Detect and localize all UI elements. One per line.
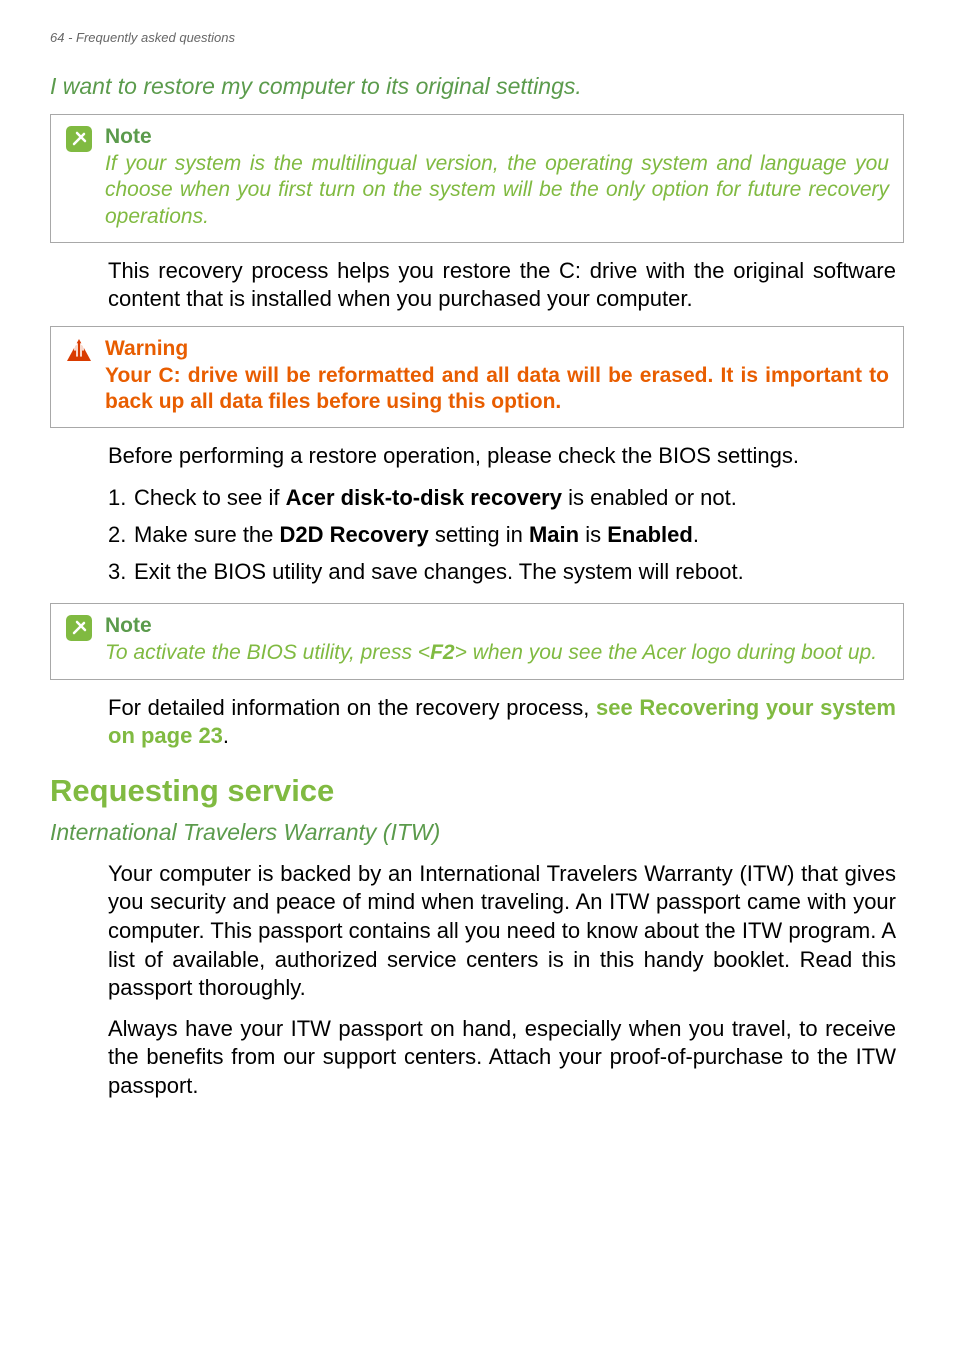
note-title: Note bbox=[105, 125, 889, 149]
warning-content: Warning Your C: drive will be reformatte… bbox=[105, 337, 889, 416]
faq-question-restore: I want to restore my computer to its ori… bbox=[50, 73, 904, 100]
note-content: Note To activate the BIOS utility, press… bbox=[105, 614, 889, 666]
list-item-body: Make sure the D2D Recovery setting in Ma… bbox=[134, 520, 896, 551]
paragraph-recovery-link: For detailed information on the recovery… bbox=[50, 694, 904, 751]
warning-body: Your C: drive will be reformatted and al… bbox=[105, 363, 889, 416]
list-number: 1. bbox=[108, 483, 134, 514]
list-item-body: Check to see if Acer disk-to-disk recove… bbox=[134, 483, 896, 514]
list-item: 3. Exit the BIOS utility and save change… bbox=[108, 557, 896, 588]
note-content: Note If your system is the multilingual … bbox=[105, 125, 889, 230]
subheading-itw: International Travelers Warranty (ITW) bbox=[50, 819, 904, 846]
list-item: 2. Make sure the D2D Recovery setting in… bbox=[108, 520, 896, 551]
note-title: Note bbox=[105, 614, 889, 638]
note-icon bbox=[65, 125, 93, 153]
list-number: 3. bbox=[108, 557, 134, 588]
document-page: 64 - Frequently asked questions I want t… bbox=[0, 0, 954, 1163]
paragraph-itw-1: Your computer is backed by an Internatio… bbox=[50, 860, 904, 1003]
list-number: 2. bbox=[108, 520, 134, 551]
paragraph-itw-2: Always have your ITW passport on hand, e… bbox=[50, 1015, 904, 1101]
list-item-body: Exit the BIOS utility and save changes. … bbox=[134, 557, 896, 588]
page-header: 64 - Frequently asked questions bbox=[50, 30, 904, 45]
note-body: If your system is the multilingual versi… bbox=[105, 151, 889, 230]
note-icon bbox=[65, 614, 93, 642]
warning-callout: Warning Your C: drive will be reformatte… bbox=[50, 326, 904, 429]
note-callout-1: Note If your system is the multilingual … bbox=[50, 114, 904, 243]
note-callout-2: Note To activate the BIOS utility, press… bbox=[50, 603, 904, 679]
section-heading-requesting-service: Requesting service bbox=[50, 773, 904, 809]
list-item: 1. Check to see if Acer disk-to-disk rec… bbox=[108, 483, 896, 514]
warning-title: Warning bbox=[105, 337, 889, 361]
warning-icon bbox=[65, 337, 93, 365]
note-body: To activate the BIOS utility, press <F2>… bbox=[105, 640, 889, 666]
paragraph-bios-check: Before performing a restore operation, p… bbox=[50, 442, 904, 471]
bios-steps-list: 1. Check to see if Acer disk-to-disk rec… bbox=[50, 483, 904, 587]
paragraph-recovery-intro: This recovery process helps you restore … bbox=[50, 257, 904, 314]
